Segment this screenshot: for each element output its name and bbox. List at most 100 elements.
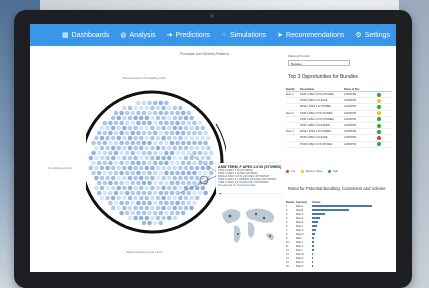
status-dot — [377, 98, 381, 103]
hex-node — [96, 130, 102, 136]
viz-left-label: Co-Delivered Fact — [48, 166, 73, 170]
nav-predictions[interactable]: ➜ Predictions — [167, 32, 211, 39]
hex-node — [163, 160, 169, 166]
hex-node — [161, 145, 167, 151]
hex-node — [116, 115, 122, 121]
hex-node — [158, 110, 164, 116]
hex-node — [149, 165, 155, 171]
hex-node — [183, 205, 189, 211]
hex-node — [102, 130, 108, 136]
hex-node — [183, 145, 189, 151]
hex-node — [138, 115, 144, 121]
hex-node — [175, 190, 181, 196]
hex-node — [147, 190, 153, 196]
hex-node — [102, 190, 108, 196]
hex-node — [113, 110, 119, 116]
hex-node — [166, 175, 172, 181]
hex-node — [113, 190, 119, 196]
hex-node — [155, 155, 161, 161]
bundle-network-graph[interactable] — [86, 84, 226, 234]
hex-node — [141, 210, 147, 216]
hex-node — [119, 190, 125, 196]
nav-dashboards[interactable]: ▦ Dashboards — [62, 32, 109, 39]
hex-node — [116, 145, 122, 151]
hex-node — [169, 180, 175, 186]
nav-settings[interactable]: ⚙ Settings — [355, 32, 390, 39]
hex-node — [183, 135, 189, 141]
nav-simulations[interactable]: ⁘ Simulations — [221, 32, 266, 39]
hex-node — [172, 135, 178, 141]
hex-node — [107, 170, 113, 176]
hex-node — [110, 165, 116, 171]
camera-icon — [210, 14, 214, 18]
hex-node — [138, 165, 144, 171]
hex-node — [172, 215, 178, 221]
hex-node — [186, 150, 192, 156]
viz-title: Purchase and Delivery Patterns — [180, 52, 230, 56]
hex-node — [172, 155, 178, 161]
hex-node — [144, 135, 150, 141]
hex-node — [172, 185, 178, 191]
hex-node — [147, 120, 153, 126]
hex-node — [189, 195, 195, 201]
hex-node — [133, 125, 139, 131]
hex-node — [135, 190, 141, 196]
filter-select[interactable]: Bundles — [288, 60, 350, 66]
bar — [312, 240, 315, 244]
status-dot — [377, 111, 381, 116]
nav-analysis[interactable]: ◍ Analysis — [120, 32, 155, 39]
hex-node — [175, 200, 181, 206]
hex-node — [197, 190, 203, 196]
hex-node — [194, 135, 200, 141]
nav-recommendations[interactable]: ➤ Recommendations — [277, 32, 344, 39]
hex-node — [194, 195, 200, 201]
hex-node — [189, 165, 195, 171]
hex-node — [183, 125, 189, 131]
hex-node — [141, 100, 147, 106]
hex-node — [172, 145, 178, 151]
hex-node — [119, 170, 125, 176]
hex-node — [102, 170, 108, 176]
hex-node — [163, 110, 169, 116]
bar — [312, 244, 314, 248]
right-panel: Filtering Product Bundles Top 3 Opportun… — [282, 46, 396, 272]
hex-node — [144, 125, 150, 131]
hex-node — [116, 135, 122, 141]
hex-node — [200, 185, 206, 191]
gear-icon: ⚙ — [355, 31, 362, 39]
hex-node — [133, 195, 139, 201]
hex-node — [158, 170, 164, 176]
hex-node — [180, 210, 186, 216]
hex-node — [186, 180, 192, 186]
hex-node — [121, 195, 127, 201]
hex-node — [183, 195, 189, 201]
hex-node — [203, 140, 209, 146]
table-row[interactable]: TRIM 8 APEX 2.8 IN STORED 123456789 — [286, 142, 392, 148]
hex-node — [96, 180, 102, 186]
hex-node — [161, 105, 167, 111]
bars-title: Rules for Potential Bundling: Customers … — [288, 186, 386, 191]
hex-node — [147, 160, 153, 166]
hex-node — [172, 195, 178, 201]
hex-node — [107, 130, 113, 136]
hex-node — [124, 160, 130, 166]
hex-node — [152, 210, 158, 216]
hex-node — [127, 145, 133, 151]
bar — [312, 260, 314, 264]
hex-node — [130, 170, 136, 176]
hex-node — [155, 115, 161, 121]
hex-node — [163, 120, 169, 126]
hex-node — [105, 175, 111, 181]
hex-node — [133, 165, 139, 171]
opportunities-table: Bundle Description Name of Pos Store 1 TR… — [286, 88, 392, 148]
hex-node — [194, 145, 200, 151]
hex-node — [158, 160, 164, 166]
bar — [312, 216, 321, 220]
hex-node — [99, 175, 105, 181]
hex-node — [152, 130, 158, 136]
hex-node — [166, 165, 172, 171]
hex-node — [102, 160, 108, 166]
hex-node — [133, 145, 139, 151]
hex-node — [124, 170, 130, 176]
hex-node — [130, 180, 136, 186]
